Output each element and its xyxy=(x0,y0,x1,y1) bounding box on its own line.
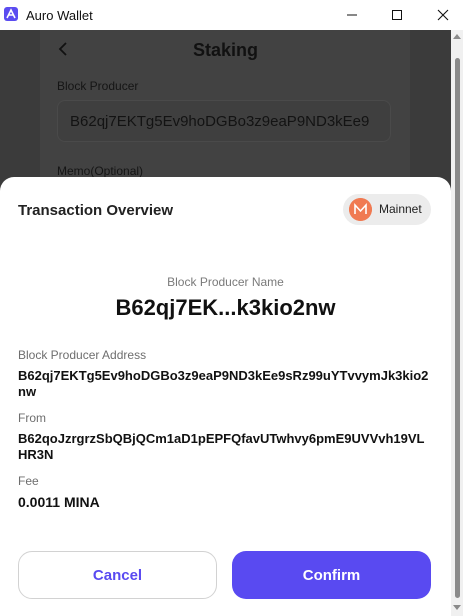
transaction-overview-sheet: Transaction Overview Mainnet Block Produ… xyxy=(0,177,451,616)
block-producer-name-label: Block Producer Name xyxy=(167,275,284,289)
mina-logo-icon xyxy=(349,198,372,221)
scroll-down-arrow-icon[interactable] xyxy=(453,605,461,610)
maximize-button[interactable] xyxy=(374,0,420,30)
block-producer-label: Block Producer xyxy=(57,79,139,93)
network-badge[interactable]: Mainnet xyxy=(343,194,431,225)
close-button[interactable] xyxy=(420,0,463,30)
window-title: Auro Wallet xyxy=(26,8,93,23)
window-titlebar: Auro Wallet xyxy=(0,0,463,30)
close-icon xyxy=(437,9,449,21)
block-producer-name: B62qj7EK...k3kio2nw xyxy=(115,295,336,320)
auro-logo-icon xyxy=(4,7,18,21)
fee-label: Fee xyxy=(18,474,39,488)
cancel-button[interactable]: Cancel xyxy=(18,551,217,599)
minimize-icon xyxy=(347,14,357,16)
scroll-up-arrow-icon[interactable] xyxy=(453,34,461,39)
page-title: Staking xyxy=(192,40,258,60)
sheet-title: Transaction Overview xyxy=(18,202,174,219)
from-label: From xyxy=(18,411,46,425)
maximize-icon xyxy=(392,10,402,20)
block-producer-field-value: B62qj7EKTg5Ev9hoDGBo3z9eaP9ND3kEe9 xyxy=(70,113,370,130)
block-producer-address-value: B62qj7EKTg5Ev9hoDGBo3z9eaP9ND3kEe9sRz99u… xyxy=(18,368,429,399)
confirm-button[interactable]: Confirm xyxy=(232,551,431,599)
block-producer-address-label: Block Producer Address xyxy=(18,348,147,362)
fee-value: 0.0011 MINA xyxy=(18,494,100,510)
memo-label: Memo(Optional) xyxy=(57,164,144,178)
from-address-value: B62qoJzrgrzSbQBjQCm1aD1pEPFQfavUTwhvy6pm… xyxy=(18,431,425,462)
scrollbar-thumb[interactable] xyxy=(455,58,460,598)
network-label: Mainnet xyxy=(379,202,422,216)
minimize-button[interactable] xyxy=(329,0,375,30)
